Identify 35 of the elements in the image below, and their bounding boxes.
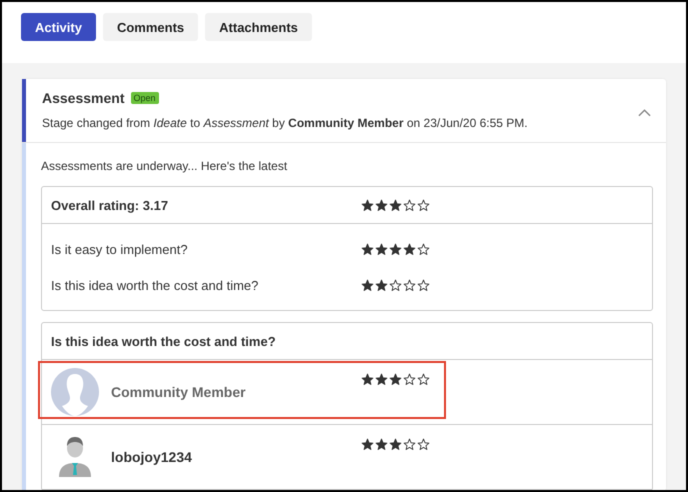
filled-star-icon	[403, 242, 416, 256]
filled-star-icon	[375, 198, 388, 212]
reviewer-name: lobojoy1234	[111, 449, 193, 465]
reviewer-name: Community Member	[111, 384, 247, 400]
status-badge: Open	[130, 92, 159, 104]
filled-star-icon	[389, 438, 402, 451]
filled-star-icon	[361, 373, 374, 386]
question-heading: Is this idea worth the cost and time?	[51, 334, 277, 348]
tab[interactable]: Comments	[102, 13, 198, 41]
overall-rating-label: Overall rating: 3.17	[51, 198, 170, 212]
avatar-silhouette-icon	[51, 368, 99, 416]
filled-star-icon	[375, 438, 388, 451]
card-title: Assessment	[42, 90, 124, 106]
filled-star-icon	[375, 242, 388, 256]
filled-star-icon	[361, 198, 374, 212]
filled-star-icon	[361, 278, 374, 292]
collapse-chevron-icon[interactable]	[638, 109, 651, 117]
tab[interactable]: Activity	[21, 13, 96, 41]
filled-star-icon	[375, 373, 388, 386]
question-text: Is this idea worth the cost and time?	[51, 278, 260, 292]
empty-star-icon	[417, 198, 430, 212]
empty-star-icon	[417, 278, 430, 292]
question-text: Is it easy to implement?	[51, 242, 189, 256]
filled-star-icon	[361, 242, 374, 256]
filled-star-icon	[389, 198, 402, 212]
filled-star-icon	[361, 438, 374, 451]
stage-change-text: Stage changed from Ideate to Assessment by Community Member on 23/Jun/20 6:55 PM.	[42, 116, 529, 130]
empty-star-icon	[403, 278, 416, 292]
intro-text: Assessments are underway... Here's the latest	[41, 159, 288, 173]
empty-star-icon	[417, 373, 430, 386]
filled-star-icon	[389, 242, 402, 256]
filled-star-icon	[389, 373, 402, 386]
filled-star-icon	[375, 278, 388, 292]
tab[interactable]: Attachments	[205, 13, 312, 41]
empty-star-icon	[417, 438, 430, 451]
